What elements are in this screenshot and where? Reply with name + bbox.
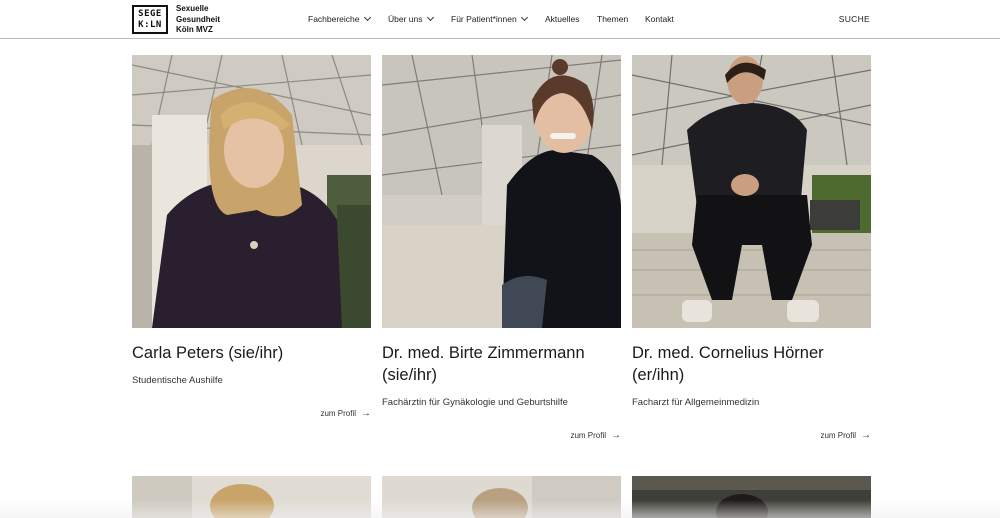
nav-item-themen[interactable]: Themen	[597, 14, 628, 24]
profile-link-label: zum Profil	[320, 409, 356, 418]
profile-link[interactable]: zum Profil →	[320, 407, 371, 419]
profile-link-label: zum Profil	[820, 431, 856, 440]
name-line-1: Dr. med. Cornelius Hörner	[632, 344, 824, 362]
brand-line-2: Gesundheit	[176, 14, 221, 24]
person-role: Fachärztin für Gynäkologie und Geburtshi…	[382, 397, 568, 408]
person-role: Facharzt für Allgemeinmedizin	[632, 397, 760, 408]
search-button[interactable]: SUCHE	[839, 14, 870, 24]
nav-item-fuer-patientinnen[interactable]: Für Patient*innen	[451, 13, 528, 24]
person-role: Studentische Aushilfe	[132, 375, 223, 386]
chevron-down-icon	[363, 13, 371, 22]
portrait-photo[interactable]	[382, 55, 621, 328]
name-line-1: Dr. med. Birte Zimmermann	[382, 344, 585, 362]
logo-line-2: K:LN	[138, 19, 162, 30]
arrow-right-icon: →	[861, 429, 871, 441]
person-name: Dr. med. Birte Zimmermann (sie/ihr)	[382, 342, 621, 386]
nav-label: Fachbereiche	[308, 14, 360, 24]
profile-link-label: zum Profil	[570, 431, 606, 440]
brand-name[interactable]: Sexuelle Gesundheit Köln MVZ	[176, 4, 220, 36]
nav-label: Kontakt	[645, 14, 674, 24]
name-line-1: Carla Peters (sie/ihr)	[132, 344, 284, 362]
brand-line-3: Köln MVZ	[176, 25, 213, 34]
arrow-right-icon: →	[361, 407, 371, 419]
brand-line-1: Sexuelle	[176, 4, 209, 13]
name-line-2: (sie/ihr)	[382, 366, 438, 384]
logo[interactable]: SEGE K:LN	[132, 5, 168, 34]
person-name: Carla Peters (sie/ihr)	[132, 342, 371, 364]
profile-link[interactable]: zum Profil →	[820, 429, 871, 441]
nav-label: Themen	[597, 14, 629, 24]
nav-label: Über uns	[388, 14, 423, 24]
nav-item-aktuelles[interactable]: Aktuelles	[545, 14, 580, 24]
profile-link[interactable]: zum Profil →	[570, 429, 621, 441]
name-line-2: (er/ihn)	[632, 366, 685, 384]
site-header: SEGE K:LN Sexuelle Gesundheit Köln MVZ F…	[0, 0, 1000, 39]
logo-line-1: SEGE	[138, 8, 162, 19]
portrait-photo[interactable]	[632, 55, 871, 328]
chevron-down-icon	[426, 13, 434, 22]
person-name: Dr. med. Cornelius Hörner (er/ihn)	[632, 342, 871, 386]
nav-item-fachbereiche[interactable]: Fachbereiche	[308, 13, 371, 24]
arrow-right-icon: →	[611, 429, 621, 441]
nav-label: Aktuelles	[545, 14, 580, 24]
chevron-down-icon	[520, 13, 528, 22]
nav-item-kontakt[interactable]: Kontakt	[645, 14, 674, 24]
nav-item-ueber-uns[interactable]: Über uns	[388, 13, 434, 24]
portrait-photo[interactable]	[132, 55, 371, 328]
nav-label: Für Patient*innen	[451, 14, 517, 24]
scroll-fade	[0, 500, 1000, 518]
